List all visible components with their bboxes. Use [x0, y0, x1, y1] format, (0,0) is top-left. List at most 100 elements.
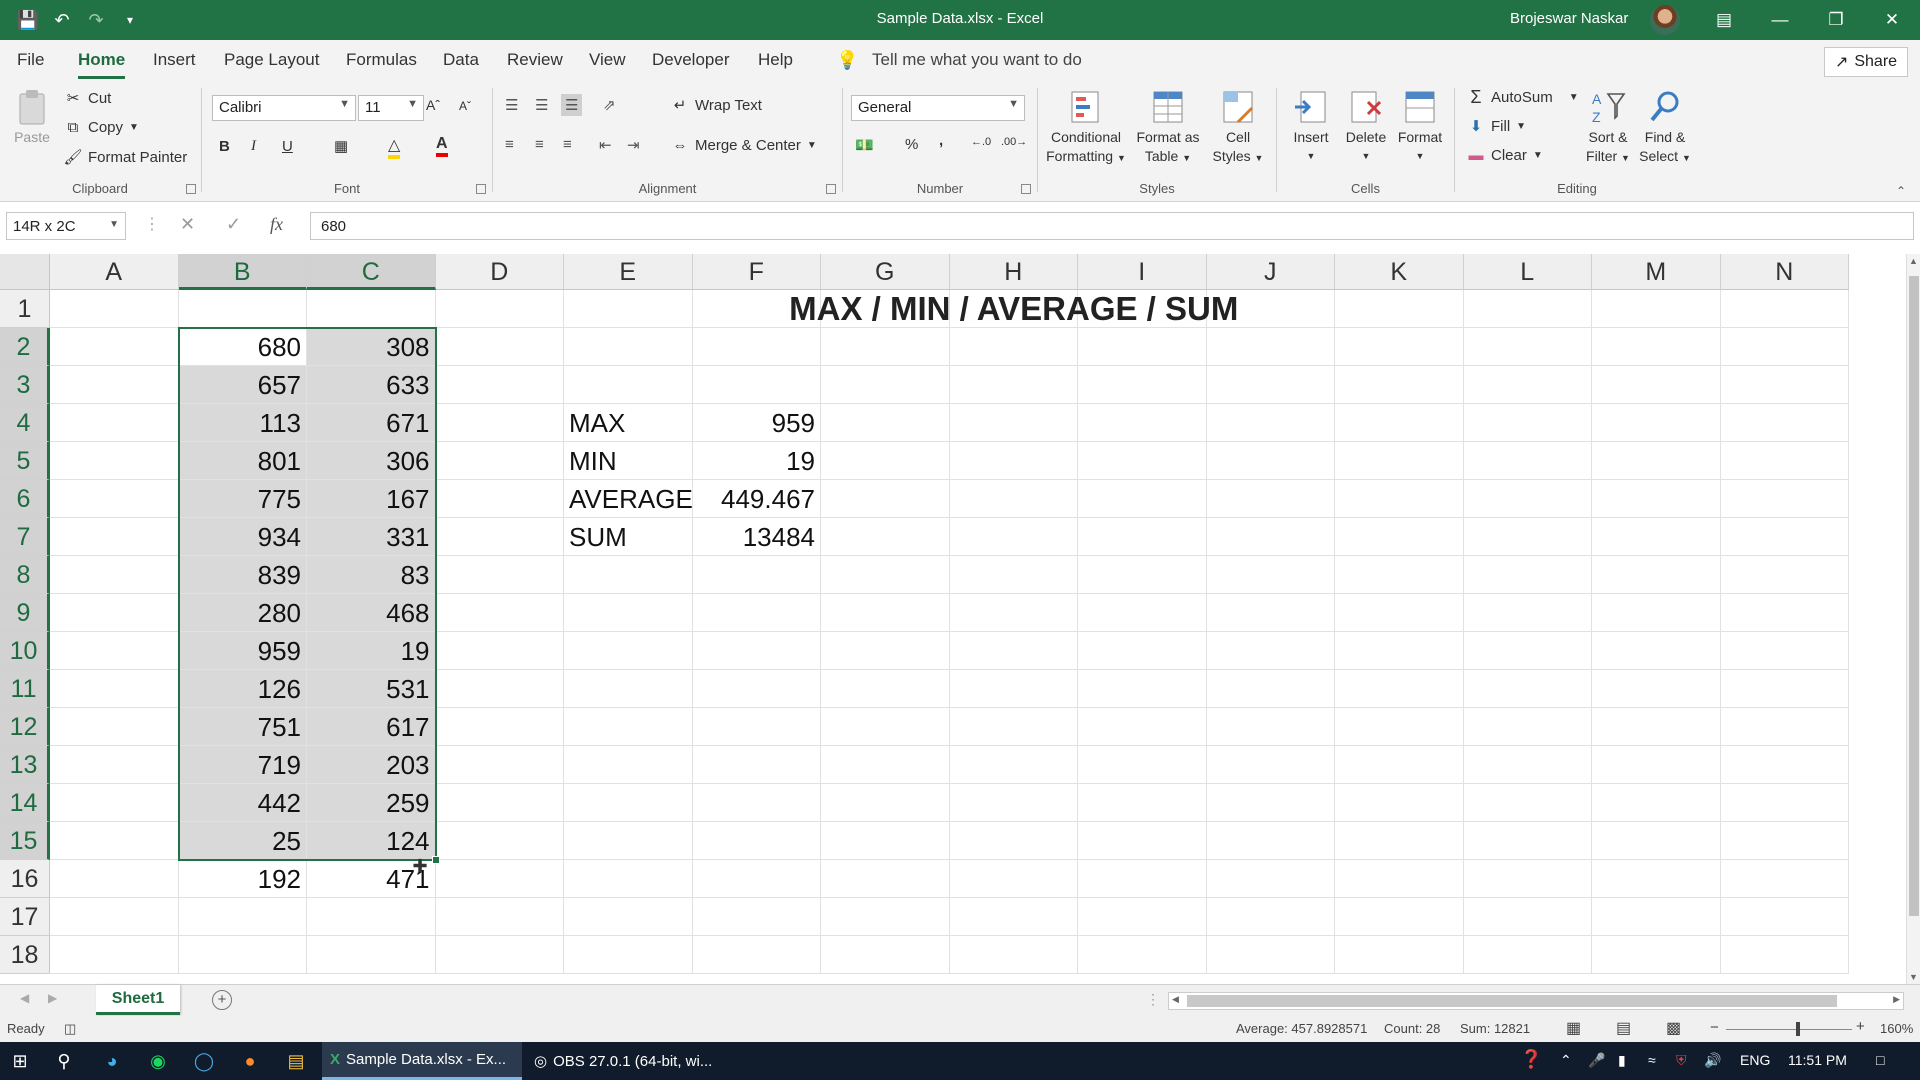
cell-e3[interactable]: [564, 366, 693, 404]
cell-a1[interactable]: [50, 290, 179, 328]
cell-e15[interactable]: [564, 822, 693, 860]
row-header-5[interactable]: 5: [0, 442, 50, 480]
zoom-slider[interactable]: [1726, 1029, 1852, 1030]
copy-button[interactable]: ⧉ Copy ▼: [64, 118, 139, 136]
cell-h5[interactable]: [949, 442, 1078, 480]
cell-i10[interactable]: [1078, 632, 1207, 670]
cell-h18[interactable]: [949, 936, 1078, 974]
cell-m15[interactable]: [1592, 822, 1721, 860]
fill-handle[interactable]: [431, 856, 440, 864]
column-header-i[interactable]: I: [1078, 254, 1207, 290]
cell-c8[interactable]: 83: [307, 556, 436, 594]
cell-k6[interactable]: [1335, 480, 1464, 518]
cell-l4[interactable]: [1463, 404, 1592, 442]
cell-d8[interactable]: [435, 556, 564, 594]
align-top-icon[interactable]: ☰: [505, 96, 518, 114]
cell-l7[interactable]: [1463, 518, 1592, 556]
zoom-in-icon[interactable]: +: [1856, 1018, 1865, 1035]
cell-n5[interactable]: [1720, 442, 1849, 480]
cell-n8[interactable]: [1720, 556, 1849, 594]
cell-c11[interactable]: 531: [307, 670, 436, 708]
cell-h16[interactable]: [949, 860, 1078, 898]
cell-b14[interactable]: 442: [178, 784, 307, 822]
cell-d10[interactable]: [435, 632, 564, 670]
row-header-13[interactable]: 13: [0, 746, 50, 784]
insert-function-icon[interactable]: fx: [270, 214, 283, 235]
cell-k5[interactable]: [1335, 442, 1464, 480]
cell-b4[interactable]: 113: [178, 404, 307, 442]
cell-j15[interactable]: [1206, 822, 1335, 860]
cell-e10[interactable]: [564, 632, 693, 670]
zoom-slider-thumb[interactable]: [1796, 1022, 1800, 1036]
cell-c4[interactable]: 671: [307, 404, 436, 442]
tab-help[interactable]: Help: [758, 50, 793, 70]
cell-i14[interactable]: [1078, 784, 1207, 822]
cell-f13[interactable]: [692, 746, 821, 784]
cell-d5[interactable]: [435, 442, 564, 480]
align-left-icon[interactable]: ≡: [505, 136, 514, 153]
column-header-l[interactable]: L: [1463, 254, 1592, 290]
column-header-j[interactable]: J: [1206, 254, 1335, 290]
cell-l10[interactable]: [1463, 632, 1592, 670]
cell-n4[interactable]: [1720, 404, 1849, 442]
cell-j3[interactable]: [1206, 366, 1335, 404]
tab-insert[interactable]: Insert: [153, 50, 196, 70]
cell-f2[interactable]: [692, 328, 821, 366]
cell-c10[interactable]: 19: [307, 632, 436, 670]
cell-n1[interactable]: [1720, 290, 1849, 328]
cell-m18[interactable]: [1592, 936, 1721, 974]
cell-e11[interactable]: [564, 670, 693, 708]
cell-k18[interactable]: [1335, 936, 1464, 974]
cell-n13[interactable]: [1720, 746, 1849, 784]
cell-m17[interactable]: [1592, 898, 1721, 936]
taskbar-obs-app[interactable]: ◎ OBS 27.0.1 (64-bit, wi...: [526, 1042, 726, 1080]
tray-overflow-icon[interactable]: ⌃: [1560, 1052, 1572, 1069]
column-header-k[interactable]: K: [1335, 254, 1464, 290]
cell-m2[interactable]: [1592, 328, 1721, 366]
row-header-12[interactable]: 12: [0, 708, 50, 746]
font-launcher-icon[interactable]: [476, 184, 486, 194]
vertical-scrollbar[interactable]: ▲ ▼: [1906, 254, 1920, 984]
cell-i2[interactable]: [1078, 328, 1207, 366]
cell-m12[interactable]: [1592, 708, 1721, 746]
cell-j9[interactable]: [1206, 594, 1335, 632]
cell-f9[interactable]: [692, 594, 821, 632]
help-icon[interactable]: ❓: [1520, 1049, 1542, 1070]
cell-k13[interactable]: [1335, 746, 1464, 784]
cell-n17[interactable]: [1720, 898, 1849, 936]
cell-b8[interactable]: 839: [178, 556, 307, 594]
collapse-ribbon-icon[interactable]: ⌃: [1896, 184, 1906, 198]
cell-m8[interactable]: [1592, 556, 1721, 594]
row-header-16[interactable]: 16: [0, 860, 50, 898]
cell-j6[interactable]: [1206, 480, 1335, 518]
scroll-up-icon[interactable]: ▲: [1909, 256, 1918, 266]
font-size-select[interactable]: 11 ▼: [358, 95, 424, 121]
cell-h13[interactable]: [949, 746, 1078, 784]
cell-j8[interactable]: [1206, 556, 1335, 594]
cell-h9[interactable]: [949, 594, 1078, 632]
cell-g2[interactable]: [821, 328, 950, 366]
insert-cells-button[interactable]: Insert ▼: [1285, 88, 1337, 166]
cell-a3[interactable]: [50, 366, 179, 404]
cell-n11[interactable]: [1720, 670, 1849, 708]
borders-icon[interactable]: ▦: [334, 137, 348, 155]
cell-n9[interactable]: [1720, 594, 1849, 632]
cell-a2[interactable]: [50, 328, 179, 366]
align-right-icon[interactable]: ≡: [563, 136, 572, 153]
cell-k17[interactable]: [1335, 898, 1464, 936]
cell-i9[interactable]: [1078, 594, 1207, 632]
cell-h4[interactable]: [949, 404, 1078, 442]
cell-j7[interactable]: [1206, 518, 1335, 556]
cell-n3[interactable]: [1720, 366, 1849, 404]
cell-f7[interactable]: 13484: [692, 518, 821, 556]
accessibility-icon[interactable]: ◫: [64, 1021, 76, 1037]
cell-i11[interactable]: [1078, 670, 1207, 708]
cell-h11[interactable]: [949, 670, 1078, 708]
cell-m9[interactable]: [1592, 594, 1721, 632]
prev-sheet-icon[interactable]: ◀: [20, 991, 29, 1005]
format-painter-button[interactable]: 🖌 Format Painter: [63, 148, 187, 167]
security-icon[interactable]: ⛨: [1676, 1052, 1687, 1069]
cell-g14[interactable]: [821, 784, 950, 822]
cell-j13[interactable]: [1206, 746, 1335, 784]
row-header-18[interactable]: 18: [0, 936, 50, 974]
